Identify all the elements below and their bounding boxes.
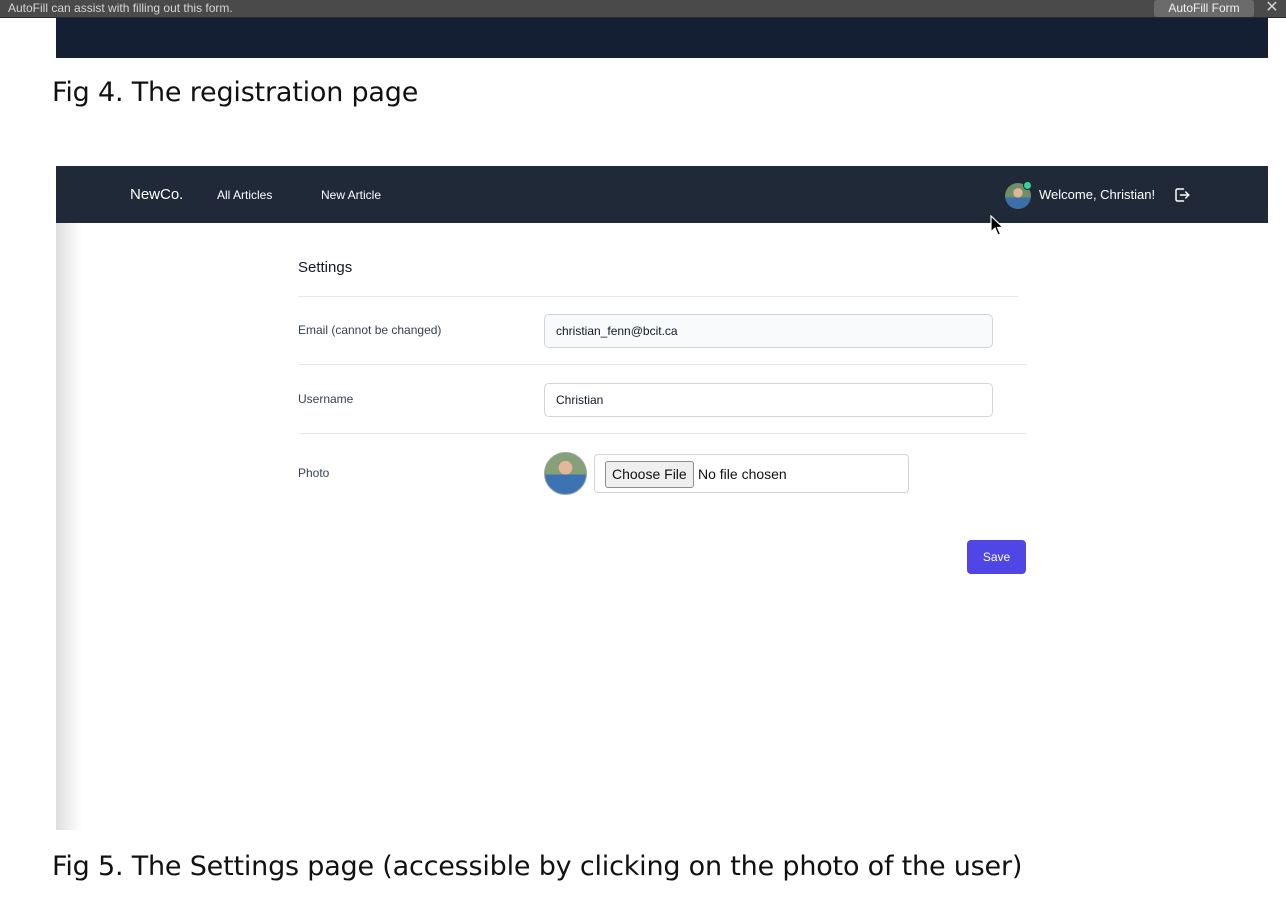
divider (298, 364, 1026, 365)
previous-figure-strip (56, 18, 1268, 58)
divider (298, 296, 1018, 297)
settings-title: Settings (298, 259, 353, 276)
photo-file-input[interactable]: Choose File No file chosen (594, 454, 909, 493)
close-icon[interactable]: ✕ (1262, 0, 1282, 17)
logout-icon[interactable] (1173, 186, 1191, 204)
nav-link-new-article[interactable]: New Article (321, 188, 381, 202)
choose-file-button[interactable]: Choose File (605, 461, 694, 488)
frame-shadow (56, 222, 82, 830)
email-label: Email (cannot be changed) (298, 323, 442, 337)
autofill-bar: AutoFill can assist with filling out thi… (0, 0, 1286, 18)
email-field: christian_fenn@bcit.ca (544, 314, 993, 348)
brand-logo[interactable]: NewCo. (130, 186, 183, 203)
username-label: Username (298, 392, 354, 406)
figure-5-caption: Fig 5. The Settings page (accessible by … (52, 851, 1023, 882)
file-status-text: No file chosen (698, 466, 787, 482)
mouse-cursor-icon (990, 215, 1004, 236)
autofill-form-button[interactable]: AutoFill Form (1154, 0, 1254, 17)
navbar: NewCo. All Articles New Article Welcome,… (56, 166, 1268, 223)
profile-photo (544, 452, 587, 495)
nav-link-all-articles[interactable]: All Articles (217, 188, 272, 202)
online-status-indicator (1023, 181, 1032, 190)
divider (298, 433, 1026, 434)
settings-screenshot: NewCo. All Articles New Article Welcome,… (56, 166, 1268, 830)
username-field[interactable]: Christian (544, 383, 993, 417)
autofill-message: AutoFill can assist with filling out thi… (8, 1, 233, 15)
photo-label: Photo (298, 466, 330, 480)
welcome-message: Welcome, Christian! (1039, 187, 1156, 202)
figure-4-caption: Fig 4. The registration page (52, 77, 419, 108)
save-button[interactable]: Save (967, 540, 1026, 574)
